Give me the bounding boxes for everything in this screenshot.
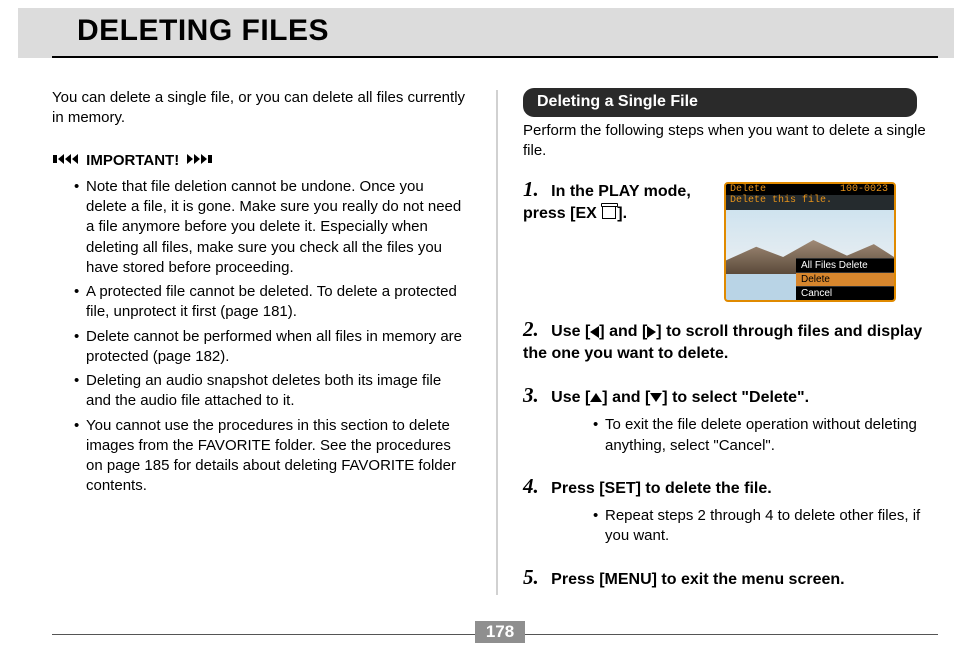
step-number: 4.	[523, 472, 547, 500]
camera-screenshot: Delete Delete this file. 100-0023 All Fi…	[724, 182, 896, 302]
title-bar: DELETING FILES	[18, 8, 954, 58]
important-list: Note that file deletion cannot be undone…	[74, 177, 467, 497]
step-4: 4. Press [SET] to delete the file. Repea…	[523, 472, 938, 547]
screenshot-menu: All Files Delete Delete Cancel	[796, 258, 894, 300]
screenshot-menu-item-selected: Delete	[796, 272, 894, 286]
trash-icon	[602, 206, 616, 219]
step-sub-item: To exit the file delete operation withou…	[593, 415, 938, 456]
screenshot-file-id: 100-0023	[836, 184, 892, 195]
columns: You can delete a single file, or you can…	[52, 88, 938, 608]
important-item: Delete cannot be performed when all file…	[74, 327, 467, 368]
rule-top	[52, 56, 938, 58]
page-title: DELETING FILES	[77, 14, 329, 48]
important-item: Note that file deletion cannot be undone…	[74, 177, 467, 278]
screenshot-topbar: Delete Delete this file. 100-0023	[726, 184, 894, 210]
step-sublist: Repeat steps 2 through 4 to delete other…	[553, 506, 938, 547]
column-left: You can delete a single file, or you can…	[52, 88, 495, 608]
column-right: Deleting a Single File Perform the follo…	[495, 88, 938, 608]
triangle-down-icon	[650, 393, 662, 402]
screenshot-menu-item: All Files Delete	[796, 258, 894, 272]
screenshot-top-caption: Delete this file.	[726, 195, 894, 206]
important-arrows-left-icon	[183, 151, 213, 171]
step-body: Use [] and [] to scroll through files an…	[523, 323, 922, 362]
important-arrows-right-icon	[52, 151, 82, 171]
important-label: IMPORTANT!	[86, 152, 179, 169]
step-3: 3. Use [] and [] to select "Delete". To …	[523, 381, 938, 456]
important-item: A protected file cannot be deleted. To d…	[74, 282, 467, 323]
step-sublist: To exit the file delete operation withou…	[553, 415, 938, 456]
page-frame: DELETING FILES You can delete a single f…	[18, 8, 936, 638]
step-2: 2. Use [] and [] to scroll through files…	[523, 315, 938, 365]
important-item: Deleting an audio snapshot deletes both …	[74, 371, 467, 412]
step-5: 5. Press [MENU] to exit the menu screen.	[523, 563, 938, 591]
section-subtext: Perform the following steps when you wan…	[523, 121, 938, 162]
important-item: You cannot use the procedures in this se…	[74, 416, 467, 497]
step-sub-item: Repeat steps 2 through 4 to delete other…	[593, 506, 938, 547]
section-heading: Deleting a Single File	[523, 88, 917, 117]
important-heading: IMPORTANT!	[52, 151, 467, 171]
step-body: Press [SET] to delete the file.	[551, 480, 772, 497]
step-body: Use [] and [] to select "Delete".	[551, 389, 809, 406]
page-number: 178	[475, 621, 525, 643]
triangle-left-icon	[590, 326, 599, 338]
step-number: 2.	[523, 315, 547, 343]
step-1: 1. In the PLAY mode, press [EX ].	[523, 175, 713, 225]
triangle-right-icon	[647, 326, 656, 338]
intro-text: You can delete a single file, or you can…	[52, 88, 467, 129]
step-number: 1.	[523, 175, 547, 203]
triangle-up-icon	[590, 393, 602, 402]
step-body: Press [MENU] to exit the menu screen.	[551, 571, 844, 588]
screenshot-menu-item: Cancel	[796, 286, 894, 300]
step-number: 3.	[523, 381, 547, 409]
step-body: In the PLAY mode, press [EX ].	[523, 183, 691, 222]
step-number: 5.	[523, 563, 547, 591]
